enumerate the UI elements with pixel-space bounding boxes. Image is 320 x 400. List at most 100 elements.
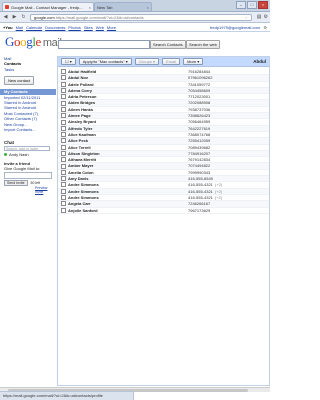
contact-name[interactable]: Andre Simmons xyxy=(68,182,188,187)
minimize-icon[interactable]: – xyxy=(236,1,246,9)
page-icon[interactable]: ▤ xyxy=(257,14,262,20)
chat-search-input[interactable]: Search, add or invite xyxy=(4,146,50,152)
contact-name[interactable]: Alfredo Tyler xyxy=(68,126,188,131)
contact-name[interactable]: Alice Kaufman xyxy=(68,132,188,137)
contact-name[interactable]: Alice Terrell xyxy=(68,145,188,150)
contact-name[interactable]: Adele Pollard xyxy=(68,82,188,87)
forward-icon[interactable]: ▶ xyxy=(11,14,18,21)
contact-checkbox[interactable] xyxy=(61,106,66,112)
contact-name[interactable]: Abdul Nov xyxy=(68,75,188,80)
gbar-documents[interactable]: Documents xyxy=(45,25,65,30)
contact-phone: 416-555-4321 xyxy=(188,182,213,188)
contact-name[interactable]: Aiden Bridges xyxy=(68,100,188,105)
gmail-logo[interactable]: Google mail xyxy=(5,34,62,50)
contact-checkbox[interactable] xyxy=(61,94,66,100)
gmail-favicon-icon xyxy=(5,5,9,9)
maximize-icon[interactable]: □ xyxy=(247,1,257,9)
search-contacts-button[interactable]: Search Contacts xyxy=(150,40,186,49)
contact-checkbox[interactable] xyxy=(61,195,66,201)
contact-phone: 7074494822 xyxy=(188,163,211,169)
contact-checkbox[interactable] xyxy=(61,75,66,81)
gbar-calendar[interactable]: Calendar xyxy=(26,25,42,30)
new-contact-button[interactable]: New contact xyxy=(4,76,35,86)
gbar-mail[interactable]: Mail xyxy=(16,25,23,30)
contact-checkbox[interactable] xyxy=(61,182,66,188)
contact-name[interactable]: Aimee Page xyxy=(68,113,188,118)
invite-email-input[interactable] xyxy=(4,172,52,180)
contact-checkbox[interactable] xyxy=(61,138,66,144)
back-icon[interactable]: ◀ xyxy=(2,14,9,21)
gbar-you[interactable]: +You xyxy=(3,25,13,30)
contact-checkbox[interactable] xyxy=(61,132,66,138)
more-button[interactable]: More ▾ xyxy=(183,58,204,65)
chat-user[interactable]: Andy Nash xyxy=(0,152,56,157)
nav-tasks[interactable]: Tasks xyxy=(0,67,56,72)
contact-checkbox[interactable] xyxy=(61,169,66,175)
google-bar: +You Mail Calendar Documents Photos Site… xyxy=(0,23,270,32)
contact-name[interactable]: Andre Simmons xyxy=(68,189,188,194)
import-contacts-link[interactable]: Import Contacts... xyxy=(0,127,56,132)
email-button[interactable]: Email xyxy=(162,58,181,65)
contact-name[interactable]: Amelia Colon xyxy=(68,170,188,175)
contact-name[interactable]: Adena Corry xyxy=(68,88,188,93)
contact-name[interactable]: Althaea Merritt xyxy=(68,157,188,162)
contact-name[interactable]: Aileen Hanks xyxy=(68,107,188,112)
wrench-icon[interactable]: ⚙ xyxy=(264,14,268,20)
gbar-sites[interactable]: Sites xyxy=(84,25,93,30)
preview-invite-link[interactable]: Preview Invite xyxy=(0,186,56,194)
contact-checkbox[interactable] xyxy=(61,88,66,94)
bookmark-star-icon[interactable]: ☆ xyxy=(244,15,248,20)
contact-checkbox[interactable] xyxy=(61,113,66,119)
contact-checkbox[interactable] xyxy=(61,81,66,87)
search-web-button[interactable]: Search the web xyxy=(186,40,220,49)
reload-icon[interactable]: ↻ xyxy=(20,14,27,21)
gbar-more[interactable]: More xyxy=(107,25,116,30)
tab-contact-manager[interactable]: Google Mail - Contact Manager - fredp...… xyxy=(2,2,94,11)
contact-checkbox[interactable] xyxy=(61,151,66,156)
contact-checkbox[interactable] xyxy=(61,188,66,194)
contact-phone: 7246266167 xyxy=(188,201,211,207)
tab-new-tab[interactable]: New Tab × xyxy=(94,2,152,11)
contact-phone: 7202088908 xyxy=(188,100,211,106)
send-invite-button[interactable]: Send Invite xyxy=(4,180,28,187)
toolbar-icons: ▤ ⚙ xyxy=(257,14,268,20)
contact-checkbox[interactable] xyxy=(61,69,66,75)
contact-name[interactable]: Abdul Hadfield xyxy=(68,69,188,74)
contact-name[interactable]: Alison Singleton xyxy=(68,151,188,156)
contact-name[interactable]: Amy Davis xyxy=(68,176,188,181)
user-email[interactable]: fredp1979@googlemail.com xyxy=(210,25,260,30)
contact-name[interactable]: Alice Peck xyxy=(68,138,188,143)
contact-name[interactable]: Anjolie Sanford xyxy=(68,208,188,213)
contact-checkbox[interactable] xyxy=(61,207,66,213)
contact-checkbox[interactable] xyxy=(61,125,66,131)
contact-name[interactable]: Angela Carr xyxy=(68,201,188,206)
search-input[interactable] xyxy=(58,40,150,49)
tab-title: New Tab xyxy=(97,4,113,10)
contact-checkbox[interactable] xyxy=(61,176,66,182)
contact-checkbox[interactable] xyxy=(61,157,66,163)
contact-checkbox[interactable] xyxy=(61,100,66,106)
contact-checkbox[interactable] xyxy=(61,144,66,150)
contact-name[interactable]: Adria Peterson xyxy=(68,94,188,99)
gear-icon[interactable]: ⚙ xyxy=(263,25,267,30)
contact-checkbox[interactable] xyxy=(61,201,66,207)
close-tab-icon[interactable]: × xyxy=(87,5,91,10)
gbar-photos[interactable]: Photos xyxy=(68,25,80,30)
contact-name[interactable]: Andre Simmons xyxy=(68,195,188,200)
contact-row[interactable]: Anjolie Sanford 7967173629 xyxy=(58,208,269,214)
url-field[interactable]: google.com https://mail.google.com/mail/… xyxy=(30,14,252,21)
browser-window: Google Mail - Contact Manager - fredp...… xyxy=(0,0,270,400)
contact-name[interactable]: Ainsley Bryant xyxy=(68,119,188,124)
contact-checkbox[interactable] xyxy=(61,119,66,125)
close-window-icon[interactable]: × xyxy=(258,1,268,9)
contact-name[interactable]: Amber Mayer xyxy=(68,163,188,168)
tab-bar: Google Mail - Contact Manager - fredp...… xyxy=(0,0,270,12)
apply-group-button[interactable]: Apply/to "Mac contacts" ▾ xyxy=(78,58,132,65)
gbar-web[interactable]: Web xyxy=(96,25,104,30)
contact-checkbox[interactable] xyxy=(61,163,66,169)
close-tab-icon[interactable]: × xyxy=(145,5,149,10)
contact-phone: 416-555-4321 xyxy=(188,194,213,200)
groups-button[interactable]: Groups ▾ xyxy=(134,58,160,65)
status-bar: https://mail.google.com/mail/?ui=2&ik=a#… xyxy=(0,391,134,400)
select-menu-button[interactable]: ☐ ▾ xyxy=(61,58,76,65)
